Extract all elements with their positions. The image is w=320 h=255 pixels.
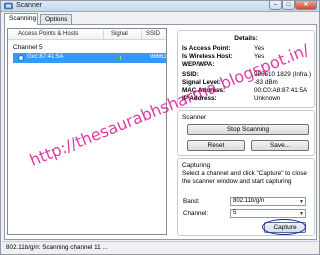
column-divider[interactable] [141, 30, 142, 39]
host-name: Gvc:87:41:5A [27, 54, 64, 60]
detail-label: Is Wireless Host: [182, 53, 233, 60]
title-bar[interactable]: Scanner – □ ✕ [1, 1, 319, 12]
signal-strength-icon [116, 56, 121, 60]
detail-value: Unknown [254, 95, 281, 102]
stop-scanning-button[interactable]: Stop Scanning [187, 124, 309, 135]
list-header: Access Points & Hosts Signal SSID [8, 29, 166, 40]
chevron-down-icon[interactable]: ▼ [299, 199, 304, 206]
channel-select-value: 5 [233, 210, 237, 216]
minimize-button[interactable]: – [269, 1, 282, 10]
access-point-icon [18, 55, 24, 61]
channel-group-label: Channel 5 [13, 44, 43, 51]
detail-label: WEP/WPA: [182, 61, 215, 68]
detail-value: -83 dBm [254, 79, 278, 86]
column-header-signal[interactable]: Signal [111, 31, 128, 37]
channel-select[interactable]: 5 ▼ [230, 209, 306, 218]
detail-value: 00:C0:A8:87:41:5A [254, 87, 308, 94]
scanner-group-title: Scanner [182, 114, 207, 121]
scanner-app-icon [4, 2, 13, 10]
band-select-value: 802.11b/g/n [233, 198, 265, 204]
column-header-ssid[interactable]: SSID [146, 31, 160, 37]
status-bar: 802.11b/g/n: Scanning channel 11 ... [2, 241, 318, 253]
detail-label: Is Access Point: [182, 45, 231, 52]
capturing-group: Capturing Select a channel and click "Ca… [177, 158, 315, 236]
reset-button[interactable]: Reset [187, 140, 245, 151]
details-title: Details: [234, 35, 258, 42]
capturing-group-title: Capturing [182, 162, 211, 169]
close-button[interactable]: ✕ [295, 1, 317, 10]
tab-scanning[interactable]: Scanning [4, 13, 38, 25]
maximize-button[interactable]: □ [282, 1, 295, 10]
band-label: Band: [183, 198, 200, 205]
capture-instructions: Select a channel and click "Capture" to … [182, 170, 307, 185]
save-button[interactable]: Save... [251, 140, 309, 151]
status-text: 802.11b/g/n: Scanning channel 11 ... [6, 244, 108, 251]
table-row[interactable]: Gvc:87:41:5A 986610 [13, 53, 166, 63]
window-title: Scanner [16, 2, 43, 9]
scanner-group: Scanner Stop Scanning Reset Save... [177, 110, 315, 156]
scanner-window: Scanner – □ ✕ Scanning Options Access Po… [0, 0, 320, 255]
channel-label: Channel: [183, 210, 209, 217]
column-header-hosts[interactable]: Access Points & Hosts [18, 31, 78, 37]
chevron-down-icon[interactable]: ▼ [299, 211, 304, 218]
annotation-circle [262, 219, 306, 235]
detail-value: Yes [254, 45, 265, 52]
band-select[interactable]: 802.11b/g/n ▼ [230, 197, 306, 206]
detail-label: SSID: [182, 71, 199, 78]
ssid-value: 986610 [150, 54, 166, 60]
column-divider[interactable] [103, 30, 104, 39]
